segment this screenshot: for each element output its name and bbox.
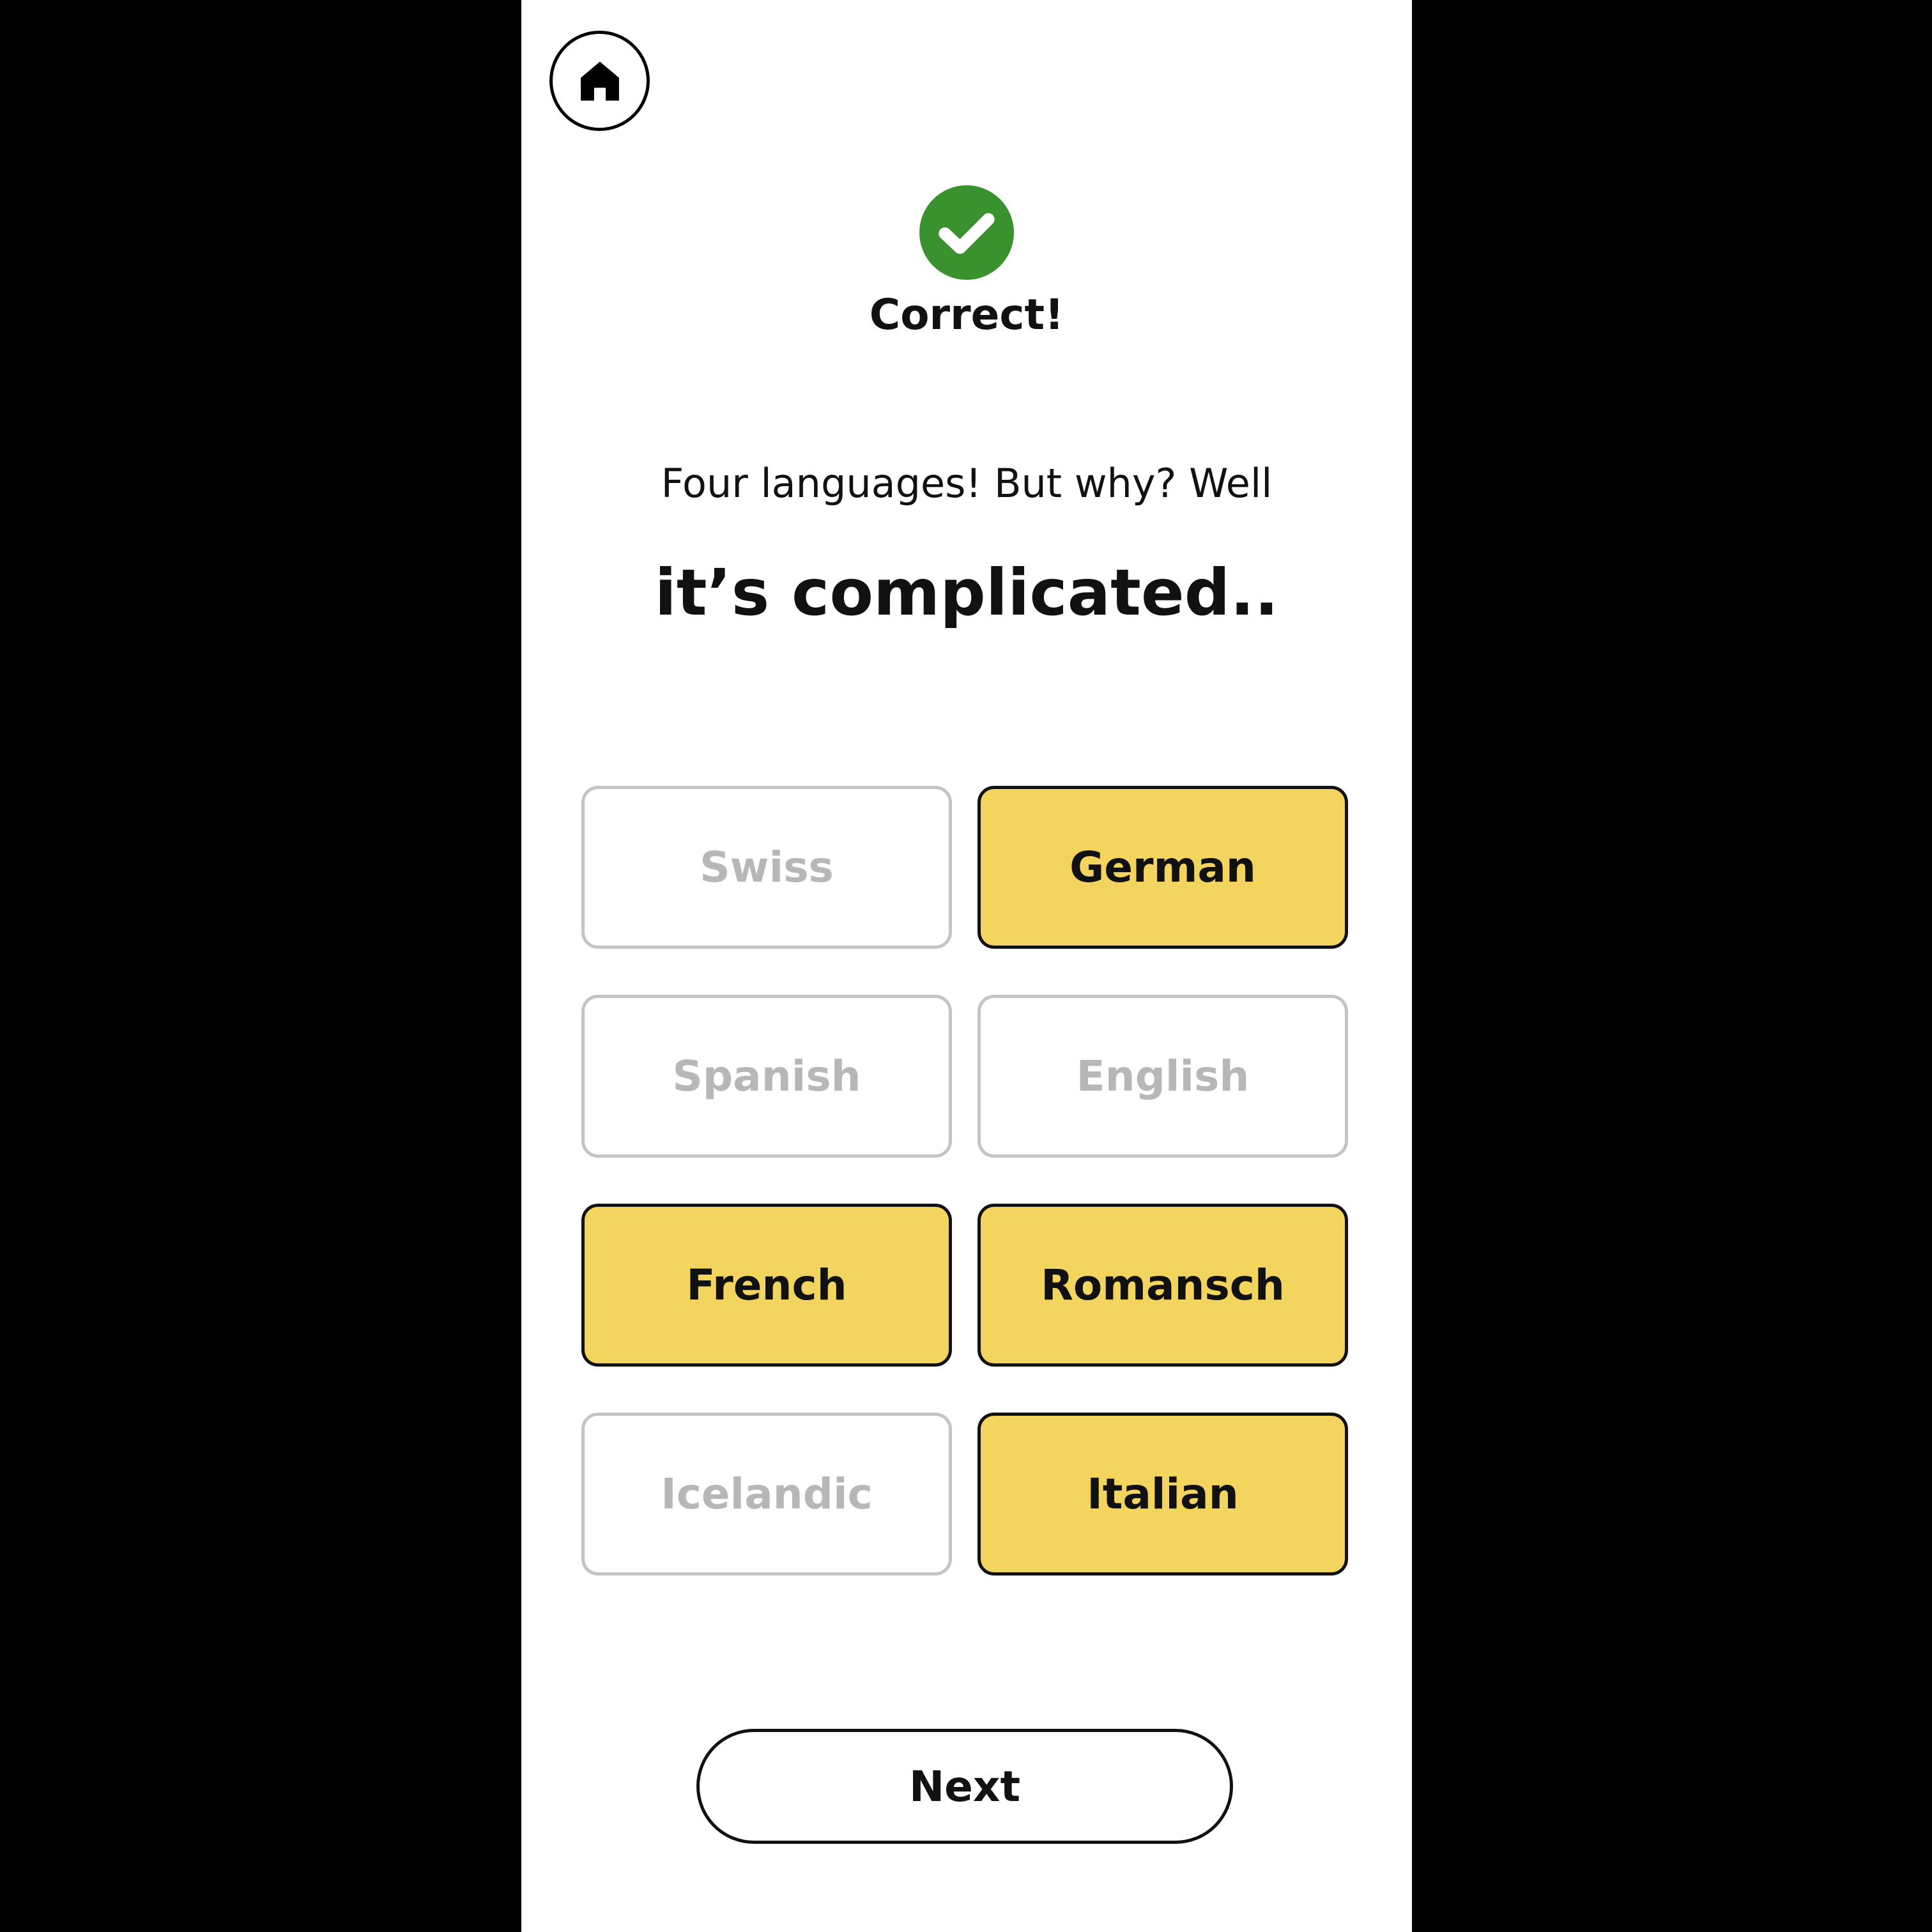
question-subtitle: Four languages! But why? Well xyxy=(661,460,1273,507)
option-english[interactable]: English xyxy=(977,995,1348,1158)
option-german[interactable]: German xyxy=(977,786,1348,949)
option-icelandic[interactable]: Icelandic xyxy=(581,1413,952,1575)
answer-options-grid: Swiss German Spanish English French Roma… xyxy=(581,786,1348,1575)
question-headline: it’s complicated.. xyxy=(654,555,1279,630)
check-circle-icon xyxy=(919,185,1014,280)
home-button[interactable] xyxy=(549,31,650,131)
quiz-screen: Correct! Four languages! But why? Well i… xyxy=(521,0,1412,1932)
option-swiss[interactable]: Swiss xyxy=(581,786,952,949)
home-icon xyxy=(580,61,619,101)
option-italian[interactable]: Italian xyxy=(977,1413,1348,1575)
option-romansch[interactable]: Romansch xyxy=(977,1204,1348,1367)
next-button[interactable]: Next xyxy=(696,1729,1233,1844)
option-spanish[interactable]: Spanish xyxy=(581,995,952,1158)
option-french[interactable]: French xyxy=(581,1204,952,1367)
feedback-section: Correct! xyxy=(521,185,1412,336)
feedback-text: Correct! xyxy=(869,290,1064,339)
